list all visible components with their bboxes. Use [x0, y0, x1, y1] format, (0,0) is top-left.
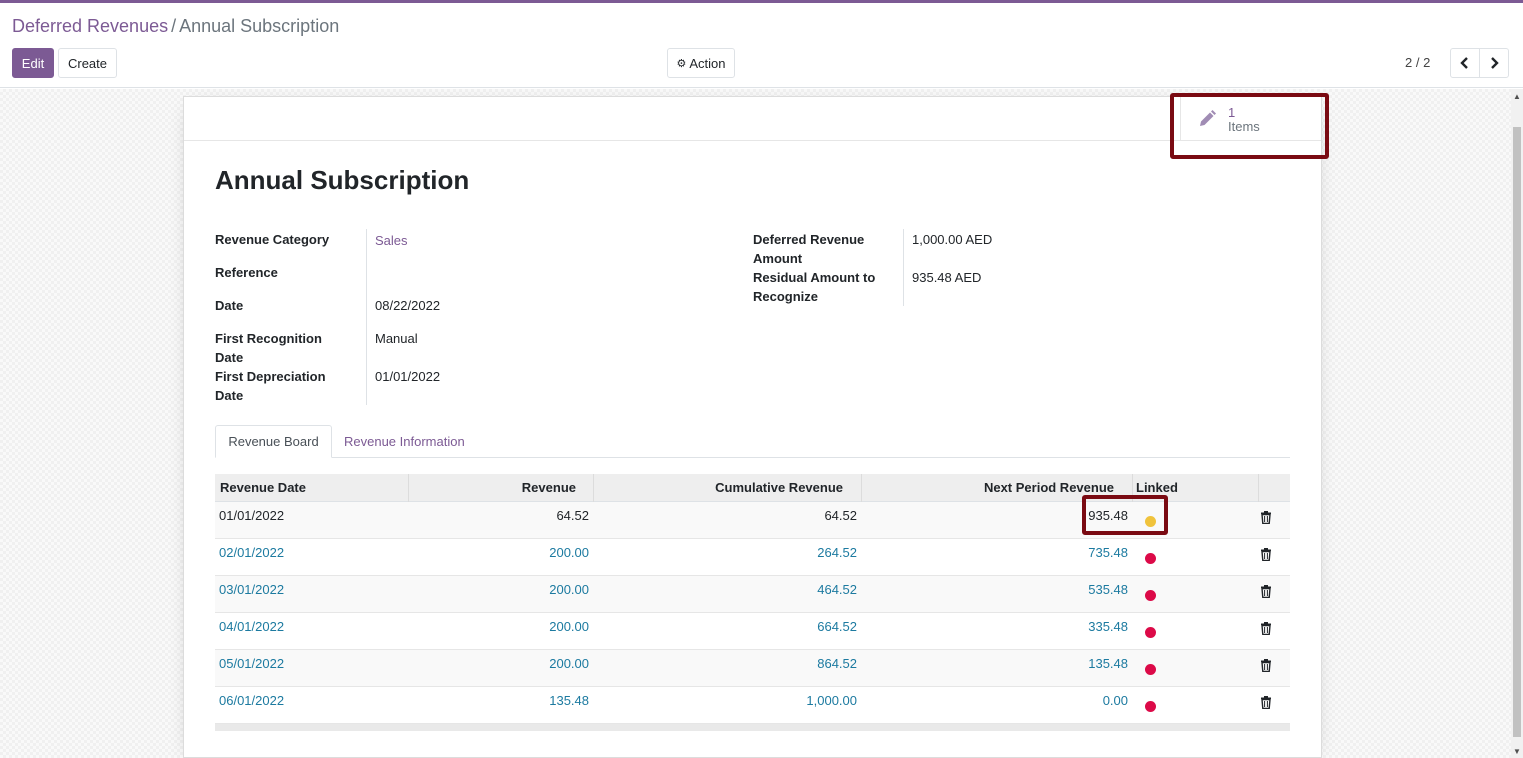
table-row[interactable]: 04/01/2022 200.00 664.52 335.48: [215, 613, 1290, 650]
trash-icon[interactable]: [1260, 548, 1272, 561]
scroll-up-arrow-icon[interactable]: ▲: [1513, 92, 1521, 101]
row-cumulative-revenue: 664.52: [817, 619, 857, 634]
tab-revenue-information[interactable]: Revenue Information: [344, 425, 465, 458]
row-cumulative-revenue: 1,000.00: [806, 693, 857, 708]
row-revenue-date: 06/01/2022: [219, 693, 285, 708]
vertical-scrollbar[interactable]: ▲ ▼: [1511, 89, 1523, 758]
row-cumulative-revenue: 464.52: [817, 582, 857, 597]
column-header-revenue-date[interactable]: Revenue Date: [220, 474, 306, 502]
draft-status-dot: [1145, 627, 1156, 638]
table-row[interactable]: 05/01/2022 200.00 864.52 135.48: [215, 650, 1290, 687]
row-revenue: 200.00: [549, 656, 589, 671]
deferred-revenue-amount-value: 1,000.00 AED: [912, 232, 993, 247]
residual-amount-label: Residual Amount to Recognize: [753, 270, 876, 304]
row-revenue-date: 05/01/2022: [219, 656, 285, 671]
trash-icon[interactable]: [1260, 622, 1272, 635]
draft-status-dot: [1145, 664, 1156, 675]
first-recognition-date-value: Manual: [375, 331, 418, 346]
items-smart-button[interactable]: 1 Items: [1180, 97, 1323, 141]
control-panel: Deferred Revenues / Annual Subscription Ed…: [0, 3, 1523, 88]
row-cumulative-revenue: 864.52: [817, 656, 857, 671]
trash-icon[interactable]: [1260, 659, 1272, 672]
chevron-left-icon: [1460, 57, 1468, 69]
row-cumulative-revenue: 264.52: [817, 545, 857, 560]
date-value: 08/22/2022: [375, 298, 441, 313]
row-next-period-revenue: 135.48: [1088, 656, 1128, 671]
row-revenue: 135.48: [549, 693, 589, 708]
table-row[interactable]: 06/01/2022 135.48 1,000.00 0.00: [215, 687, 1290, 724]
chevron-right-icon: [1491, 57, 1499, 69]
scroll-down-arrow-icon[interactable]: ▼: [1513, 747, 1521, 756]
first-depreciation-date-label: First Depreciation Date: [215, 369, 326, 403]
row-next-period-revenue: 535.48: [1088, 582, 1128, 597]
column-header-linked[interactable]: Linked: [1136, 474, 1178, 502]
row-next-period-revenue: 0.00: [1102, 693, 1128, 708]
posted-status-dot: [1145, 516, 1156, 527]
first-recognition-date-label: First Recognition Date: [215, 331, 322, 365]
items-count: 1: [1228, 105, 1236, 120]
column-header-cumulative-revenue[interactable]: Cumulative Revenue: [593, 474, 843, 502]
breadcrumb-current: Annual Subscription: [179, 16, 340, 36]
revenue-category-value[interactable]: Sales: [375, 231, 408, 250]
scrollbar-thumb[interactable]: [1513, 127, 1521, 737]
column-header-revenue[interactable]: Revenue: [408, 474, 576, 502]
row-revenue-date: 02/01/2022: [219, 545, 285, 560]
action-label: Action: [689, 55, 726, 71]
row-next-period-revenue: 735.48: [1088, 545, 1128, 560]
left-field-separator: [366, 229, 367, 405]
pager-previous-button[interactable]: [1450, 48, 1480, 78]
pager-next-button[interactable]: [1479, 48, 1509, 78]
row-revenue: 200.00: [549, 545, 589, 560]
right-field-separator: [903, 229, 904, 306]
first-depreciation-date-value: 01/01/2022: [375, 369, 441, 384]
smart-button-box: 1 Items: [184, 97, 1321, 141]
create-button[interactable]: Create: [58, 48, 117, 78]
row-revenue: 200.00: [549, 619, 589, 634]
pager-value[interactable]: 2 / 2: [1405, 55, 1430, 70]
breadcrumb-parent-link[interactable]: Deferred Revenues: [12, 16, 168, 36]
residual-amount-value: 935.48 AED: [912, 270, 982, 285]
edit-button[interactable]: Edit: [12, 48, 54, 78]
table-header: Revenue Date Revenue Cumulative Revenue …: [215, 474, 1290, 502]
row-revenue-date: 03/01/2022: [219, 582, 285, 597]
breadcrumb-separator: /: [171, 16, 177, 36]
draft-status-dot: [1145, 701, 1156, 712]
row-revenue: 64.52: [556, 508, 589, 523]
row-next-period-revenue: 935.48: [1088, 508, 1128, 523]
draft-status-dot: [1145, 590, 1156, 601]
table-row[interactable]: 02/01/2022 200.00 264.52 735.48: [215, 539, 1290, 576]
revenue-category-label: Revenue Category: [215, 232, 330, 247]
draft-status-dot: [1145, 553, 1156, 564]
row-next-period-revenue: 335.48: [1088, 619, 1128, 634]
row-cumulative-revenue: 64.52: [824, 508, 857, 523]
column-header-next-period-revenue[interactable]: Next Period Revenue: [861, 474, 1114, 502]
trash-icon[interactable]: [1260, 696, 1272, 709]
row-revenue-date: 04/01/2022: [219, 619, 285, 634]
date-label: Date: [215, 298, 244, 313]
trash-icon[interactable]: [1260, 585, 1272, 598]
column-separator: [1132, 474, 1133, 502]
pencil-icon: [1200, 110, 1216, 126]
reference-label: Reference: [215, 265, 278, 280]
column-separator: [1258, 474, 1259, 502]
deferred-revenue-amount-label: Deferred Revenue Amount: [753, 232, 865, 266]
table-row[interactable]: 03/01/2022 200.00 464.52 535.48: [215, 576, 1290, 613]
row-revenue: 200.00: [549, 582, 589, 597]
gear-icon: ⚙: [676, 57, 687, 70]
table-footer: [215, 724, 1290, 731]
tab-revenue-board[interactable]: Revenue Board: [215, 425, 332, 458]
record-title: Annual Subscription: [215, 165, 470, 195]
table-row[interactable]: 01/01/2022 64.52 64.52 935.48: [215, 502, 1290, 539]
row-revenue-date: 01/01/2022: [219, 508, 285, 523]
breadcrumb: Deferred Revenues / Annual Subscription: [12, 15, 339, 37]
trash-icon[interactable]: [1260, 511, 1272, 524]
action-dropdown-button[interactable]: ⚙ Action: [667, 48, 735, 78]
items-label: Items: [1228, 119, 1260, 134]
